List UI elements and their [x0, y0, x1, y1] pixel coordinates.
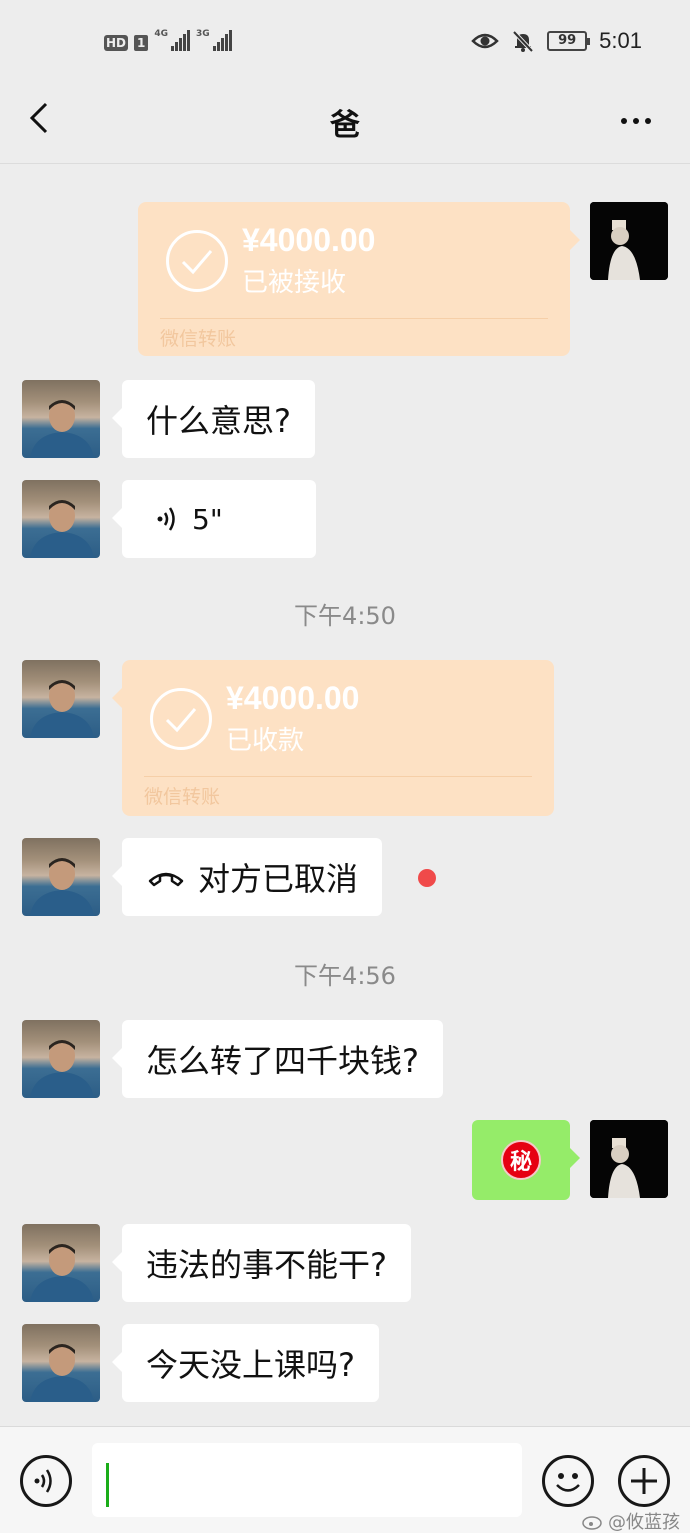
avatar-self-image — [590, 1120, 668, 1198]
check-circle-icon — [166, 230, 228, 292]
message-bubble-text[interactable]: 今天没上课吗? — [112, 1324, 379, 1402]
message-bubble-text[interactable]: 什么意思? — [112, 380, 315, 458]
signal-3g-icon: 3G — [196, 30, 232, 51]
timestamp: 下午4:50 — [294, 602, 396, 630]
avatar-contact-image — [30, 500, 94, 558]
transfer-footer: 微信转账 — [160, 328, 237, 350]
check-circle-icon — [150, 688, 212, 750]
voice-wave-icon — [157, 507, 175, 531]
message-bubble-text[interactable]: 违法的事不能干? — [112, 1224, 411, 1302]
voice-duration: 5" — [192, 502, 223, 536]
chat-title: 爸 — [330, 108, 360, 143]
watermark: @攸蓝孩 — [582, 1508, 680, 1533]
status-left-group: HD 1 4G 3G — [104, 30, 232, 51]
transfer-card-sent[interactable]: ¥4000.00 已被接收 微信转账 — [138, 202, 580, 356]
eye-icon — [471, 33, 499, 49]
text-caret — [106, 1463, 109, 1507]
transfer-status: 已被接收 — [242, 268, 347, 298]
battery-level: 99 — [558, 33, 577, 48]
avatar-contact[interactable] — [22, 1324, 100, 1402]
emoji-button[interactable] — [542, 1455, 594, 1507]
avatar-self[interactable] — [590, 1120, 668, 1198]
chat-header: 爸 — [0, 88, 690, 164]
transfer-amount: ¥4000.00 — [242, 222, 376, 258]
bell-muted-icon — [512, 30, 534, 53]
transfer-status: 已收款 — [226, 726, 305, 756]
status-right-group: 99 5:01 — [471, 28, 642, 54]
more-button[interactable] — [616, 106, 656, 136]
avatar-contact[interactable] — [22, 1224, 100, 1302]
avatar-contact-image — [30, 680, 94, 738]
network-type-2: 3G — [196, 29, 210, 39]
transfer-footer: 微信转账 — [144, 786, 221, 808]
clock: 5:01 — [599, 28, 642, 53]
voice-toggle-button[interactable] — [20, 1455, 72, 1507]
signal-4g-icon: 4G — [154, 29, 191, 51]
emoji-icon — [556, 1473, 580, 1492]
weibo-logo-icon — [582, 1516, 602, 1530]
avatar-contact[interactable] — [22, 838, 100, 916]
secret-sticker: 秘 — [501, 1140, 541, 1180]
transfer-divider — [144, 776, 532, 777]
plus-icon — [631, 1468, 657, 1494]
hd-badge: HD — [104, 35, 129, 51]
unread-dot — [418, 869, 436, 887]
message-input[interactable] — [92, 1443, 522, 1517]
transfer-card-received[interactable]: ¥4000.00 已收款 微信转账 — [112, 660, 554, 816]
transfer-amount: ¥4000.00 — [226, 680, 360, 716]
avatar-contact[interactable] — [22, 660, 100, 738]
voice-icon — [34, 1469, 52, 1493]
message-bubble-call[interactable]: 对方已取消 — [111, 838, 383, 916]
avatar-contact[interactable] — [22, 1020, 100, 1098]
watermark-text: @攸蓝孩 — [608, 1512, 680, 1533]
avatar-self-image — [590, 202, 668, 280]
avatar-contact-image — [30, 858, 94, 916]
avatar-contact-image — [30, 1040, 94, 1098]
avatar-contact[interactable] — [22, 380, 100, 458]
call-status-text: 对方已取消 — [198, 860, 359, 898]
phone-hangup-icon — [148, 872, 184, 887]
timestamp: 下午4:56 — [294, 962, 396, 990]
network-type-1: 4G — [154, 29, 169, 39]
message-bubble-sticker[interactable]: 秘 — [472, 1120, 580, 1200]
avatar-contact-image — [30, 1244, 94, 1302]
transfer-divider — [160, 318, 548, 319]
avatar-self[interactable] — [590, 202, 668, 280]
more-dots-icon — [621, 118, 627, 124]
message-bubble-text[interactable]: 怎么转了四千块钱? — [112, 1020, 443, 1098]
sim-badge: 1 — [134, 35, 149, 51]
message-bubble-voice[interactable]: 5" — [112, 480, 316, 558]
battery-icon: 99 — [547, 31, 591, 51]
avatar-contact-image — [30, 400, 94, 458]
status-bar: HD 1 4G 3G 99 5:01 — [0, 0, 690, 88]
more-actions-button[interactable] — [618, 1455, 670, 1507]
avatar-contact[interactable] — [22, 480, 100, 558]
avatar-contact-image — [30, 1344, 94, 1402]
